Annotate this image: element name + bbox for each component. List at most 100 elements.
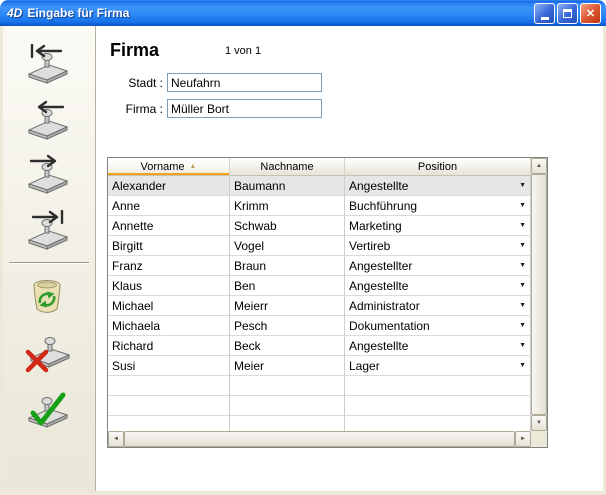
cell-text: Lager [349, 359, 380, 373]
cell-position[interactable]: Angestellte▼ [345, 336, 531, 356]
dropdown-arrow-icon[interactable]: ▼ [515, 262, 526, 269]
cell-text: Vogel [234, 239, 264, 253]
cell-text: Birgitt [112, 239, 143, 253]
cell-nachname: Pesch [230, 316, 345, 336]
first-record-button[interactable] [21, 40, 73, 88]
table-row[interactable]: Richard Beck Angestellte▼ [108, 336, 531, 356]
scroll-left-button[interactable]: ◄ [108, 431, 124, 447]
cell-text: Angestellter [349, 259, 412, 273]
table-row[interactable]: Birgitt Vogel Vertireb▼ [108, 236, 531, 256]
dropdown-arrow-icon[interactable]: ▼ [515, 342, 526, 349]
table-row[interactable]: MichaelMeierrAdministrator▼ [108, 296, 531, 316]
cell-nachname: Meierr [230, 296, 345, 316]
dropdown-arrow-icon[interactable]: ▼ [515, 282, 526, 289]
dropdown-arrow-icon[interactable]: ▼ [515, 202, 526, 209]
last-record-button[interactable] [21, 206, 73, 254]
scroll-up-button[interactable]: ▲ [531, 158, 547, 174]
cell-nachname: Baumann [230, 176, 345, 196]
empty-table-row [108, 416, 531, 431]
table-row[interactable]: Susi Meier Lager ▼ [108, 356, 531, 376]
cell-nachname: Vogel [230, 236, 345, 256]
horizontal-scroll-thumb[interactable] [124, 431, 515, 447]
column-header-position[interactable]: Position [345, 158, 531, 176]
cell-text: Angestellte [349, 279, 408, 293]
cell-vorname: Richard [108, 336, 230, 356]
firma-input[interactable] [167, 99, 322, 118]
cell-nachname: Meier [230, 356, 345, 376]
column-label: Vorname [141, 161, 185, 173]
cell-nachname: Krimm [230, 196, 345, 216]
cell-vorname: Susi [108, 356, 230, 376]
vertical-scrollbar[interactable]: ▲ ▼ [531, 158, 547, 431]
table-row[interactable]: KlausBenAngestellte▼ [108, 276, 531, 296]
cell-position[interactable]: Vertireb▼ [345, 236, 531, 256]
cell-position[interactable]: Lager ▼ [345, 356, 531, 376]
close-button[interactable]: ✕ [580, 3, 601, 24]
cell-text: Pesch [234, 319, 267, 333]
cell-nachname: Braun [230, 256, 345, 276]
accept-button[interactable] [21, 384, 73, 434]
records-table: Vorname ▲ Nachname Position AlexanderBau… [107, 157, 548, 448]
cell-text: Marketing [349, 219, 402, 233]
previous-record-button[interactable] [21, 96, 73, 144]
next-record-button[interactable] [21, 150, 73, 198]
delete-record-button[interactable] [21, 272, 73, 322]
cell-vorname: Birgitt [108, 236, 230, 256]
toolbar-separator [9, 262, 89, 264]
accept-stamp-green-check-icon [23, 388, 71, 430]
stadt-field-row: Stadt : [101, 73, 322, 92]
column-header-vorname[interactable]: Vorname ▲ [108, 158, 230, 176]
cell-vorname: Michaela [108, 316, 230, 336]
dropdown-arrow-icon[interactable]: ▼ [515, 322, 526, 329]
cell-text: Anne [112, 199, 140, 213]
empty-cell [230, 396, 345, 416]
cell-position[interactable]: Dokumentation▼ [345, 316, 531, 336]
column-header-nachname[interactable]: Nachname [230, 158, 345, 176]
cell-position[interactable]: Angestellte▼ [345, 176, 531, 196]
window-controls: ✕ [534, 3, 601, 24]
table-row[interactable]: AnnetteSchwabMarketing▼ [108, 216, 531, 236]
cell-position[interactable]: Angestellter ▼ [345, 256, 531, 276]
cell-text: Krimm [234, 199, 269, 213]
vertical-scroll-thumb[interactable] [531, 174, 547, 415]
window-body: Firma 1 von 1 Stadt : Firma : Vorname ▲ … [3, 26, 603, 491]
dropdown-arrow-icon[interactable]: ▼ [515, 182, 526, 189]
cell-text: Meier [234, 359, 264, 373]
table-row[interactable]: Michaela Pesch Dokumentation▼ [108, 316, 531, 336]
table-row[interactable]: Anne Krimm Buchführung▼ [108, 196, 531, 216]
maximize-button[interactable] [557, 3, 578, 24]
maximize-icon [563, 9, 572, 18]
cell-vorname: Anne [108, 196, 230, 216]
page-title: Firma [110, 40, 159, 61]
stadt-input[interactable] [167, 73, 322, 92]
cell-text: Ben [234, 279, 255, 293]
cell-position[interactable]: Buchführung▼ [345, 196, 531, 216]
column-label: Nachname [260, 161, 313, 173]
dropdown-arrow-icon[interactable]: ▼ [515, 302, 526, 309]
dropdown-arrow-icon[interactable]: ▼ [515, 222, 526, 229]
firma-field-row: Firma : [101, 99, 322, 118]
toolbar-sidebar [3, 26, 96, 491]
cell-text: Franz [112, 259, 143, 273]
empty-table-row [108, 376, 531, 396]
titlebar[interactable]: 4D Eingabe für Firma ✕ [0, 0, 606, 26]
cell-text: Beck [234, 339, 261, 353]
scroll-down-button[interactable]: ▼ [531, 415, 547, 431]
dropdown-arrow-icon[interactable]: ▼ [515, 362, 526, 369]
table-row[interactable]: AlexanderBaumannAngestellte▼ [108, 176, 531, 196]
record-indicator: 1 von 1 [225, 45, 261, 57]
cell-text: Annette [112, 219, 153, 233]
empty-cell [108, 376, 230, 396]
cell-vorname: Annette [108, 216, 230, 236]
dropdown-arrow-icon[interactable]: ▼ [515, 242, 526, 249]
table-row[interactable]: Franz Braun Angestellter ▼ [108, 256, 531, 276]
cell-nachname: Beck [230, 336, 345, 356]
cell-position[interactable]: Marketing ▼ [345, 216, 531, 236]
cancel-button[interactable] [21, 328, 73, 378]
cell-position[interactable]: Administrator▼ [345, 296, 531, 316]
scroll-right-button[interactable]: ► [515, 431, 531, 447]
cell-position[interactable]: Angestellte ▼ [345, 276, 531, 296]
empty-cell [108, 416, 230, 431]
horizontal-scrollbar[interactable]: ◄ ► [108, 431, 531, 447]
minimize-button[interactable] [534, 3, 555, 24]
